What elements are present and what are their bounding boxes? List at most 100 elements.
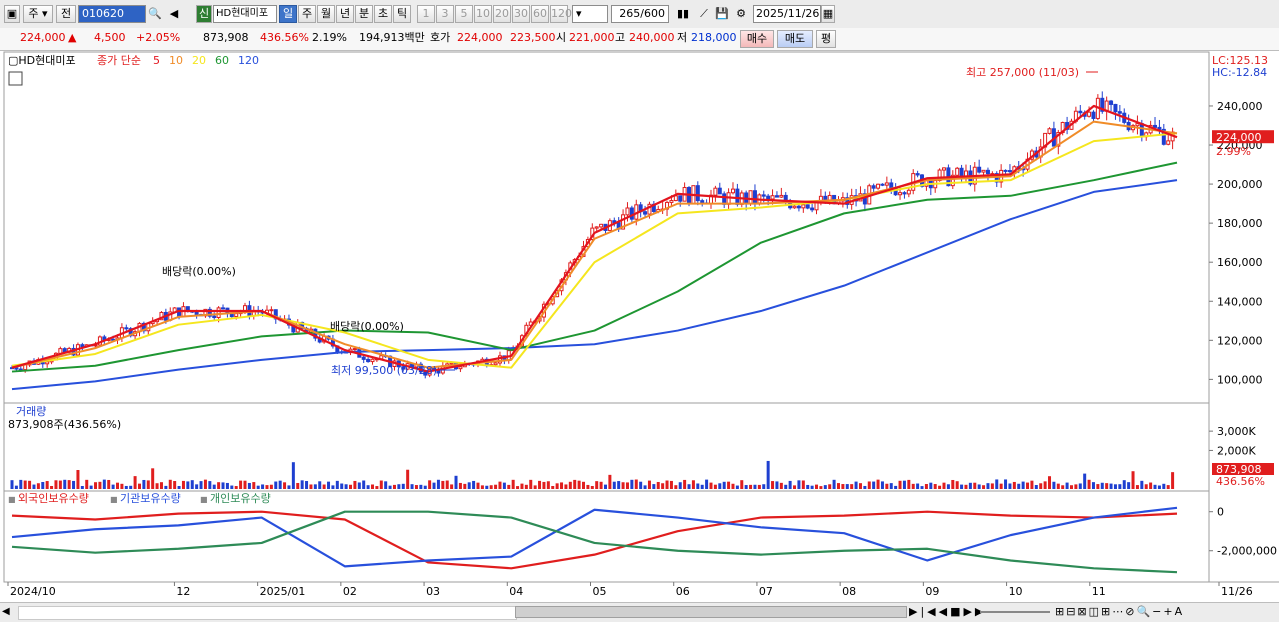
eval-button[interactable]: 평: [816, 30, 836, 48]
amount-value: 194,913백만: [359, 31, 425, 44]
volume-bar: [80, 486, 84, 489]
volume-bar: [234, 486, 238, 489]
holding-legend-marker-1: ■: [110, 495, 118, 504]
volume-bar: [516, 486, 520, 489]
scroll-left-icon[interactable]: ◀: [2, 604, 16, 620]
volume-bar: [168, 479, 172, 489]
volume-bar: [1113, 484, 1117, 489]
volume-bar: [1069, 485, 1073, 489]
chart-tools-icons[interactable]: ⊞⊟⊠◫⊞⋯⊘🔍−+A: [1055, 604, 1184, 620]
playback-controls[interactable]: ▶|◀◀■▶▶: [909, 604, 986, 620]
open-value: 221,000: [569, 31, 615, 44]
save-icon[interactable]: 💾: [714, 6, 730, 22]
candle-body: [735, 188, 740, 205]
search-icon[interactable]: 🔍: [147, 6, 163, 22]
volume-bar: [406, 469, 410, 489]
speaker-icon[interactable]: ◀: [166, 6, 182, 22]
period-6-button[interactable]: 틱: [393, 5, 411, 23]
period-2-button[interactable]: 월: [317, 5, 335, 23]
draw-line-icon[interactable]: ⟋: [696, 6, 712, 22]
volume-bar: [1109, 483, 1113, 489]
period-4-button[interactable]: 분: [355, 5, 373, 23]
candle-body: [216, 307, 221, 319]
high-label: 고: [615, 31, 626, 44]
interval-20-button[interactable]: 20: [493, 5, 511, 23]
scrollbar-thumb[interactable]: [515, 606, 907, 618]
period-1-button[interactable]: 주: [298, 5, 316, 23]
gear-icon[interactable]: ⚙: [733, 6, 749, 22]
window-icon[interactable]: ▣: [4, 5, 20, 23]
market-type-select[interactable]: 주 ▾: [23, 5, 53, 23]
up-triangle-icon: ▲: [68, 31, 77, 44]
interval-10-button[interactable]: 10: [474, 5, 492, 23]
interval-3-button[interactable]: 3: [436, 5, 454, 23]
ask-label: 호가: [430, 31, 451, 44]
buy-button[interactable]: 매수: [740, 30, 774, 48]
volume-bar: [375, 486, 379, 489]
volume-bar: [278, 480, 282, 489]
y-tick-label: 180,000: [1217, 217, 1263, 230]
stock-code-value: 010620: [82, 7, 124, 20]
candle-body: [234, 313, 239, 318]
period-3-button[interactable]: 년: [336, 5, 354, 23]
volume-bar: [542, 481, 546, 489]
volume-bar: [889, 483, 893, 489]
volume-bar: [907, 479, 911, 489]
interval-1-button[interactable]: 1: [417, 5, 435, 23]
volume-bar: [793, 485, 797, 489]
volume-bar: [968, 482, 972, 489]
volume-bar: [815, 484, 819, 489]
stock-code-input[interactable]: 010620: [78, 5, 146, 23]
volume-bar: [72, 480, 76, 489]
interval-30-button[interactable]: 30: [512, 5, 530, 23]
volume-bar: [1087, 479, 1091, 489]
volume-bar: [190, 480, 194, 489]
volume-bar: [797, 480, 801, 489]
volume-bar: [1162, 483, 1166, 489]
interval-custom-select[interactable]: ▾: [572, 5, 608, 23]
volume-bar: [14, 485, 18, 489]
zoom-slider[interactable]: [980, 611, 1050, 613]
volume-bar: [463, 483, 467, 489]
volume-bar: [898, 480, 902, 489]
candle-body: [752, 190, 757, 204]
interval-5-button[interactable]: 5: [455, 5, 473, 23]
volume-bar: [819, 486, 823, 489]
period-5-button[interactable]: 초: [374, 5, 392, 23]
volume-bar: [858, 483, 862, 489]
stock-chart[interactable]: 100,000 120,000 140,000 160,000 180,000 200,0…: [0, 51, 1279, 603]
volume-bar: [450, 484, 454, 489]
candle-body: [1139, 123, 1144, 138]
volume-bar: [313, 484, 317, 489]
interval-60-button[interactable]: 60: [531, 5, 549, 23]
candle-style-icon[interactable]: ▮▮: [675, 6, 691, 22]
volume-bar: [568, 481, 572, 489]
volume-bar: [1078, 483, 1082, 489]
count-field[interactable]: 265/600: [611, 5, 669, 23]
volume-bar: [10, 480, 14, 489]
calendar-icon[interactable]: ▦: [821, 5, 835, 23]
period-0-button[interactable]: 일: [279, 5, 297, 23]
candle-body: [45, 361, 50, 365]
candle-body: [779, 194, 784, 198]
prev-button[interactable]: 전: [56, 5, 76, 23]
change-value: 4,500: [94, 31, 126, 44]
hold-y-tick-label: -2,000,000: [1217, 545, 1277, 558]
scrollbar-track[interactable]: [18, 606, 517, 620]
interval-120-button[interactable]: 120: [550, 5, 572, 23]
volume-bar: [687, 484, 691, 489]
candle-body: [1003, 169, 1008, 172]
volume-bar: [498, 481, 502, 489]
x-tick-label: 07: [759, 585, 773, 598]
date-field[interactable]: 2025/11/26: [753, 5, 821, 23]
candle-body: [599, 223, 604, 228]
x-tick-label: 2025/01: [260, 585, 306, 598]
volume-bar: [955, 481, 959, 489]
volume-bar: [696, 483, 700, 489]
stock-name-field[interactable]: HD현대미포: [213, 5, 277, 23]
sell-button[interactable]: 매도: [777, 30, 813, 48]
volume-bar: [823, 485, 827, 489]
credit-badge[interactable]: 신: [196, 5, 212, 23]
volume-bar: [595, 481, 599, 489]
volume-bar: [489, 485, 493, 489]
